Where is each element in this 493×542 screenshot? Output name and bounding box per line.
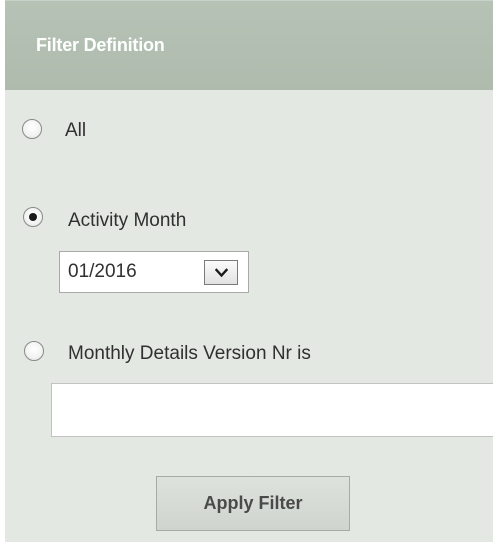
chevron-down-icon — [215, 268, 228, 278]
radio-all[interactable] — [22, 119, 42, 139]
radio-all-label[interactable]: All — [65, 120, 86, 142]
radio-version-nr[interactable] — [24, 341, 44, 361]
radio-selected-dot — [29, 213, 37, 221]
dropdown-button[interactable] — [204, 260, 238, 285]
version-nr-input[interactable] — [51, 383, 493, 437]
apply-filter-button[interactable]: Apply Filter — [156, 476, 350, 531]
radio-version-nr-label[interactable]: Monthly Details Version Nr is — [68, 343, 311, 365]
radio-activity-month[interactable] — [23, 207, 43, 227]
radio-activity-month-label[interactable]: Activity Month — [68, 210, 186, 232]
panel-header: Filter Definition — [5, 0, 493, 90]
activity-month-select[interactable]: 01/2016 — [59, 251, 249, 293]
filter-definition-panel: Filter Definition All Activity Month 01/… — [5, 0, 493, 542]
panel-title: Filter Definition — [36, 35, 165, 55]
activity-month-value: 01/2016 — [68, 261, 137, 282]
